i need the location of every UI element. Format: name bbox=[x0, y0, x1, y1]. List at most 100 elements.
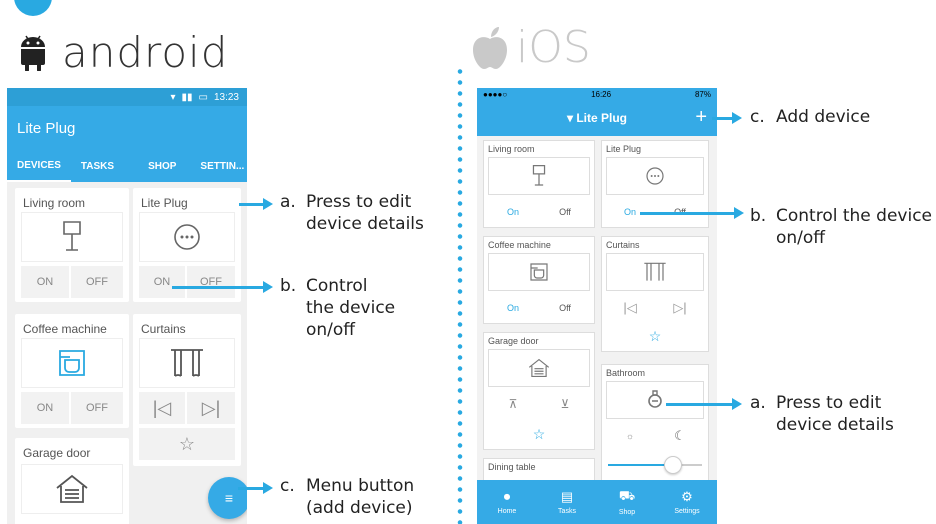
add-device-button[interactable]: + bbox=[695, 106, 707, 129]
off-button[interactable]: OFF bbox=[71, 266, 123, 298]
annotation-line: Press to edit bbox=[776, 393, 882, 413]
signal-dots-icon: ●●●●○ bbox=[483, 89, 508, 99]
coffee-machine-icon[interactable] bbox=[21, 338, 123, 388]
tab-settings[interactable]: ⚙ Settings bbox=[657, 480, 717, 524]
device-card-coffee-machine[interactable]: Coffee machine On Off bbox=[483, 236, 595, 324]
card-title: Living room bbox=[23, 196, 86, 210]
annotation-line: on/off bbox=[776, 228, 826, 248]
tab-tasks[interactable]: ▤ Tasks bbox=[537, 480, 597, 524]
lamp-icon[interactable] bbox=[21, 212, 123, 262]
arrow-a-ios bbox=[666, 398, 742, 410]
next-icon: ▷| bbox=[673, 300, 687, 315]
brightness-slider[interactable] bbox=[608, 453, 702, 477]
curtain-open-button[interactable]: |◁ bbox=[606, 295, 654, 321]
tab-home[interactable]: ⏺ Home bbox=[477, 480, 537, 524]
cart-icon: ⛟ bbox=[618, 488, 636, 503]
star-icon: ☆ bbox=[648, 327, 662, 344]
on-button[interactable]: ON bbox=[139, 266, 185, 298]
ios-heading-text: iOS bbox=[516, 22, 591, 73]
favorite-button[interactable]: ☆ bbox=[488, 421, 590, 447]
annotation-c-android: c. Menu button (add device) bbox=[280, 475, 414, 519]
annotation-line: the device bbox=[306, 298, 396, 318]
tutorial-canvas: android iOS ▾ ▮▮ ▭ 13:23 Lite Plug DEVIC… bbox=[0, 0, 936, 524]
arrow-a-android bbox=[239, 198, 273, 210]
off-button[interactable]: OFF bbox=[187, 266, 235, 298]
device-card-curtains[interactable]: Curtains |◁ ▷| ☆ bbox=[601, 236, 709, 352]
curtain-open-button[interactable]: |◁ bbox=[139, 392, 185, 424]
on-button[interactable]: ON bbox=[21, 392, 69, 424]
plug-icon[interactable] bbox=[139, 212, 235, 262]
signal-icon: ▮▮ bbox=[181, 91, 193, 103]
dim-button[interactable]: ☾ bbox=[656, 423, 704, 449]
star-icon: ☆ bbox=[532, 425, 546, 442]
annotation-line: device details bbox=[306, 214, 424, 234]
favorite-button[interactable]: ☆ bbox=[606, 323, 704, 349]
ios-screen: ●●●●○ 16:26 87% ▾ Lite Plug + Living roo… bbox=[477, 88, 717, 524]
device-card-curtains[interactable]: Curtains |◁ ▷| ☆ bbox=[133, 314, 241, 466]
curtain-close-button[interactable]: ▷| bbox=[656, 295, 704, 321]
app-title: Lite Plug bbox=[17, 119, 76, 137]
on-button[interactable]: On bbox=[488, 295, 538, 321]
plug-icon[interactable] bbox=[606, 157, 704, 195]
off-button[interactable]: OFF bbox=[71, 392, 123, 424]
annotation-key: c. bbox=[280, 476, 295, 496]
annotation-a-ios: a. Press to edit device details bbox=[750, 392, 894, 436]
gear-icon: ⚙ bbox=[681, 489, 693, 504]
next-icon: ▷| bbox=[201, 397, 221, 418]
ios-nav-bar: ▾ Lite Plug + bbox=[477, 100, 717, 136]
star-icon: ☆ bbox=[178, 433, 196, 454]
tab-settings[interactable]: SETTIN... bbox=[186, 150, 247, 182]
android-status-bar: ▾ ▮▮ ▭ 13:23 bbox=[7, 88, 247, 106]
device-card-lite-plug[interactable]: Lite Plug ON OFF bbox=[133, 188, 241, 302]
card-title: Coffee machine bbox=[23, 322, 107, 336]
brightness-button[interactable]: ☼ bbox=[606, 423, 654, 449]
device-card-coffee-machine[interactable]: Coffee machine ON OFF bbox=[15, 314, 129, 428]
apple-logo-icon bbox=[473, 26, 507, 69]
status-time: 13:23 bbox=[213, 91, 239, 103]
coffee-machine-icon[interactable] bbox=[488, 253, 590, 291]
garage-icon[interactable] bbox=[488, 349, 590, 387]
tab-devices[interactable]: DEVICES bbox=[7, 150, 71, 182]
dotted-divider bbox=[457, 66, 463, 524]
on-button[interactable]: ON bbox=[21, 266, 69, 298]
door-open-button[interactable]: ⊼ bbox=[488, 391, 538, 417]
bulb-icon[interactable] bbox=[606, 381, 704, 419]
device-card-living-room[interactable]: Living room ON OFF bbox=[15, 188, 129, 302]
curtains-icon[interactable] bbox=[606, 253, 704, 291]
menu-fab-button[interactable]: ≡ bbox=[208, 477, 247, 519]
down-arrow-icon: ⊻ bbox=[560, 397, 570, 411]
device-card-living-room[interactable]: Living room On Off bbox=[483, 140, 595, 228]
door-close-button[interactable]: ⊻ bbox=[540, 391, 590, 417]
curtain-close-button[interactable]: ▷| bbox=[187, 392, 235, 424]
tab-label: Shop bbox=[618, 509, 636, 516]
device-card-bathroom[interactable]: Bathroom ☼ ☾ bbox=[601, 364, 709, 484]
tab-shop[interactable]: SHOP bbox=[124, 150, 186, 182]
tab-tasks[interactable]: TASKS bbox=[71, 150, 124, 182]
off-button[interactable]: Off bbox=[540, 295, 590, 321]
device-card-garage-door[interactable]: Garage door bbox=[15, 438, 129, 524]
slider-thumb[interactable] bbox=[664, 456, 682, 474]
android-logo-icon bbox=[21, 35, 45, 71]
curtains-icon[interactable] bbox=[139, 338, 235, 388]
card-title: Curtains bbox=[606, 240, 640, 250]
battery-text: 87% bbox=[694, 89, 711, 99]
favorite-button[interactable]: ☆ bbox=[139, 428, 235, 460]
nav-title[interactable]: ▾ Lite Plug bbox=[567, 111, 627, 125]
device-card-garage-door[interactable]: Garage door ⊼ ⊻ ☆ bbox=[483, 332, 595, 450]
on-button[interactable]: On bbox=[488, 199, 538, 225]
card-title: Garage door bbox=[23, 446, 91, 460]
ios-heading: iOS bbox=[470, 22, 591, 73]
annotation-key: b. bbox=[750, 206, 767, 226]
lamp-icon[interactable] bbox=[488, 157, 590, 195]
tab-shop[interactable]: ⛟ Shop bbox=[597, 480, 657, 524]
arrow-b-android bbox=[172, 281, 273, 293]
wifi-icon: ▾ bbox=[170, 91, 176, 103]
arrow-b-ios bbox=[640, 207, 744, 219]
off-button[interactable]: Off bbox=[540, 199, 590, 225]
garage-icon[interactable] bbox=[21, 464, 123, 514]
annotation-a-android: a. Press to edit device details bbox=[280, 191, 424, 235]
ios-tab-bar: ⏺ Home ▤ Tasks ⛟ Shop ⚙ Settings bbox=[477, 480, 717, 524]
card-title: Lite Plug bbox=[141, 196, 188, 210]
tab-label: Settings bbox=[674, 508, 700, 515]
document-icon: ▤ bbox=[560, 489, 574, 504]
